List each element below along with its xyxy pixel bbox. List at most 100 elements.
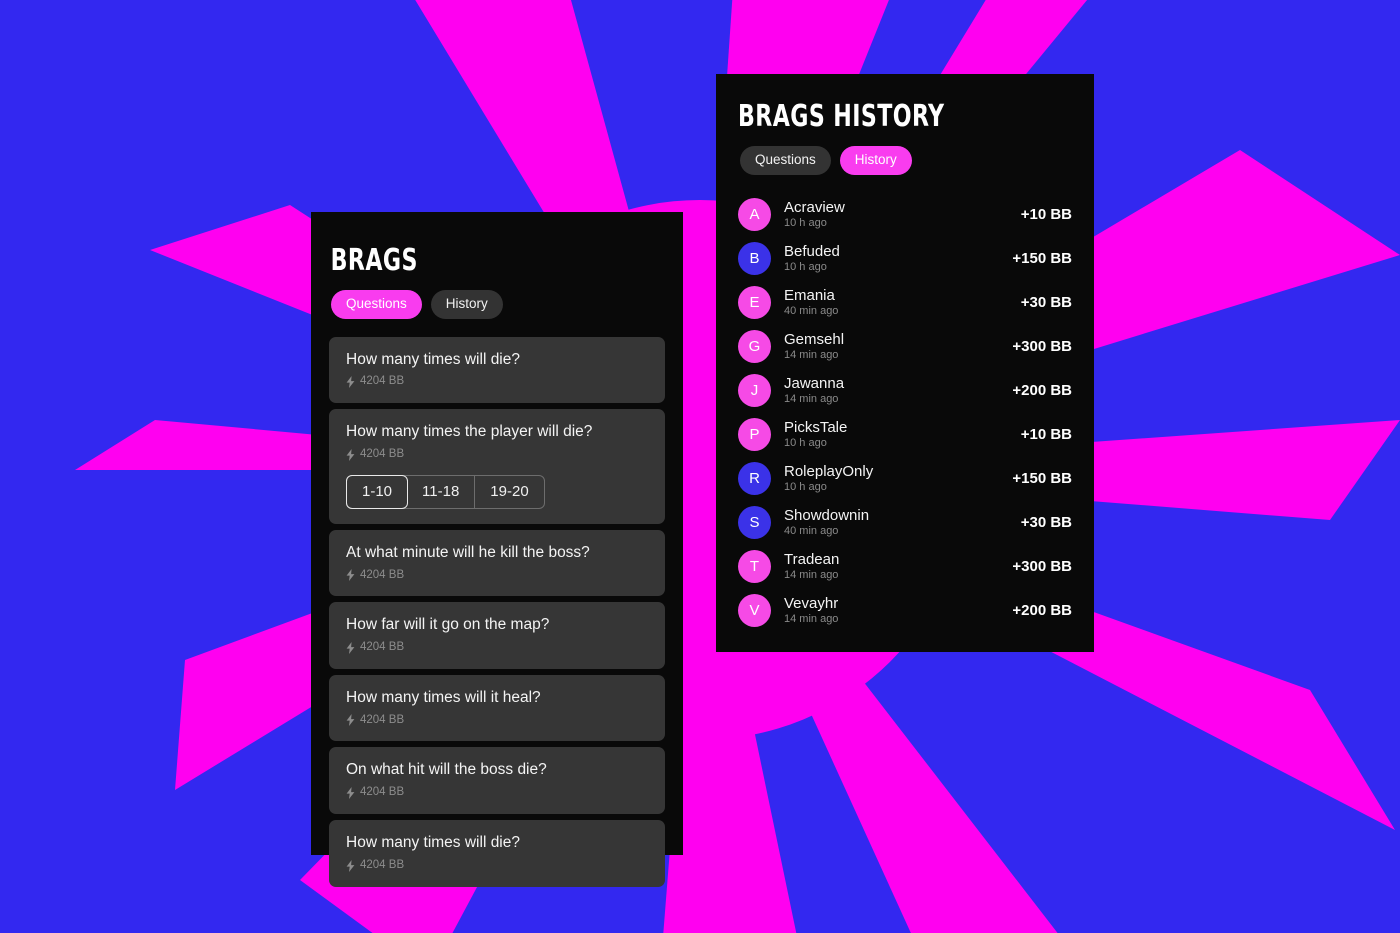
history-row-texts: Showdownin 40 min ago (784, 507, 1011, 539)
range-option[interactable]: 19-20 (475, 476, 543, 508)
starburst-background-shape (0, 0, 1400, 933)
amount-value: +150 BB (1012, 250, 1072, 267)
lightning-bolt-icon (346, 448, 355, 461)
history-row-texts: Acraview 10 h ago (784, 199, 1011, 231)
timestamp: 10 h ago (784, 437, 827, 450)
question-cost: 4204 BB (346, 786, 648, 800)
history-row[interactable]: V Vevayhr 14 min ago +200 BB (738, 589, 1072, 633)
lightning-bolt-icon (346, 569, 355, 582)
history-row-texts: Emania 40 min ago (784, 287, 1011, 319)
tab-questions[interactable]: Questions (331, 290, 422, 319)
avatar: S (738, 506, 771, 539)
question-card[interactable]: How many times will die? 4204 BB (329, 820, 665, 887)
tab-history[interactable]: History (430, 290, 503, 319)
tab-history[interactable]: History (839, 146, 912, 175)
user-name: PicksTale (784, 418, 848, 436)
question-text: How many times will die? (346, 834, 520, 852)
amount-value: +300 BB (1012, 338, 1072, 355)
timestamp: 14 min ago (784, 349, 839, 362)
history-row[interactable]: T Tradean 14 min ago +300 BB (738, 545, 1072, 589)
history-page-title: BRAGS HISTORY (738, 99, 945, 134)
timestamp: 14 min ago (784, 393, 839, 406)
history-row[interactable]: J Jawanna 14 min ago +200 BB (738, 369, 1072, 413)
amount-value: +30 BB (1020, 514, 1072, 531)
lightning-bolt-icon (346, 859, 355, 872)
question-text: How many times the player will die? (346, 423, 593, 441)
question-card[interactable]: How many times will die? 4204 BB (329, 336, 665, 404)
history-row[interactable]: R RoleplayOnly 10 h ago +150 BB (738, 457, 1072, 501)
avatar: J (738, 374, 771, 407)
amount-value: +10 BB (1020, 206, 1072, 223)
amount-value: +200 BB (1012, 382, 1072, 399)
question-cost-label: 4204 BB (360, 786, 405, 799)
question-cost-label: 4204 BB (360, 713, 405, 726)
history-row-texts: PicksTale 10 h ago (784, 419, 1011, 451)
question-cost-label: 4204 BB (360, 641, 405, 654)
user-name: RoleplayOnly (784, 462, 874, 480)
question-cost: 4204 BB (346, 858, 648, 872)
history-row[interactable]: P PicksTale 10 h ago +10 BB (738, 413, 1072, 457)
question-text: How many times will die? (346, 350, 520, 368)
user-name: Befuded (784, 242, 840, 260)
user-name: Vevayhr (784, 594, 839, 612)
avatar: G (738, 330, 771, 363)
question-cost: 4204 BB (346, 713, 648, 727)
range-selector: 1-10 11-18 19-20 (346, 474, 545, 509)
user-name: Tradean (784, 550, 840, 568)
avatar: P (738, 418, 771, 451)
question-card[interactable]: How many times will it heal? 4204 BB (329, 674, 665, 742)
question-cost-label: 4204 BB (360, 568, 405, 581)
timestamp: 10 h ago (784, 481, 827, 494)
question-cost-label: 4204 BB (360, 858, 405, 871)
history-row[interactable]: S Showdownin 40 min ago +30 BB (738, 501, 1072, 545)
question-cost: 4204 BB (346, 642, 648, 654)
user-name: Emania (784, 286, 835, 304)
user-name: Jawanna (784, 374, 845, 392)
app-background: BRAGS Questions History How many times w… (0, 0, 1400, 933)
history-row-texts: Gemsehl 14 min ago (784, 331, 1002, 363)
amount-value: +150 BB (1012, 470, 1072, 487)
timestamp: 10 h ago (784, 217, 827, 230)
history-row-texts: RoleplayOnly 10 h ago (784, 463, 1002, 495)
history-row-texts: Jawanna 14 min ago (784, 375, 1002, 407)
question-text: On what hit will the boss die? (346, 761, 547, 779)
history-tab-bar: Questions History (738, 146, 1072, 175)
range-option[interactable]: 11-18 (407, 475, 476, 508)
avatar: A (738, 198, 771, 231)
question-card[interactable]: On what hit will the boss die? 4204 BB (329, 747, 665, 815)
question-cost-label: 4204 BB (360, 375, 405, 388)
amount-value: +300 BB (1012, 558, 1072, 575)
timestamp: 14 min ago (784, 569, 839, 582)
user-name: Gemsehl (784, 330, 845, 348)
tab-bar: Questions History (329, 290, 665, 319)
question-card[interactable]: How many times the player will die? 4204 … (329, 409, 665, 524)
lightning-bolt-icon (346, 714, 355, 727)
history-row[interactable]: E Emania 40 min ago +30 BB (738, 281, 1072, 325)
question-cost: 4204 BB (346, 568, 648, 582)
brags-questions-panel: BRAGS Questions History How many times w… (311, 212, 683, 887)
page-title: BRAGS (330, 243, 418, 278)
lightning-bolt-icon (346, 787, 355, 800)
avatar: V (738, 594, 771, 627)
question-card[interactable]: At what minute will he kill the boss? 420… (329, 529, 665, 597)
question-text: How far will it go on the map? (346, 616, 550, 634)
history-row[interactable]: A Acraview 10 h ago +10 BB (738, 193, 1072, 237)
amount-value: +200 BB (1012, 602, 1072, 619)
tab-questions[interactable]: Questions (740, 146, 831, 175)
question-text: How many times will it heal? (346, 688, 541, 706)
history-row[interactable]: B Befuded 10 h ago +150 BB (738, 237, 1072, 281)
question-card[interactable]: How far will it go on the map? 4204 BB (329, 602, 665, 669)
history-row[interactable]: G Gemsehl 14 min ago +300 BB (738, 325, 1072, 369)
timestamp: 14 min ago (784, 613, 839, 626)
question-text: At what minute will he kill the boss? (346, 543, 590, 561)
question-cost: 4204 BB (346, 447, 648, 461)
avatar: T (738, 550, 771, 583)
avatar: B (738, 242, 771, 275)
history-row-texts: Vevayhr 14 min ago (784, 595, 1002, 627)
question-cost: 4204 BB (346, 375, 648, 389)
question-cost-label: 4204 BB (360, 447, 405, 460)
lightning-bolt-icon (346, 376, 355, 389)
brags-history-panel: BRAGS HISTORY Questions History A Acravie… (716, 74, 1094, 652)
user-name: Showdownin (784, 506, 870, 524)
range-option[interactable]: 1-10 (346, 474, 409, 509)
